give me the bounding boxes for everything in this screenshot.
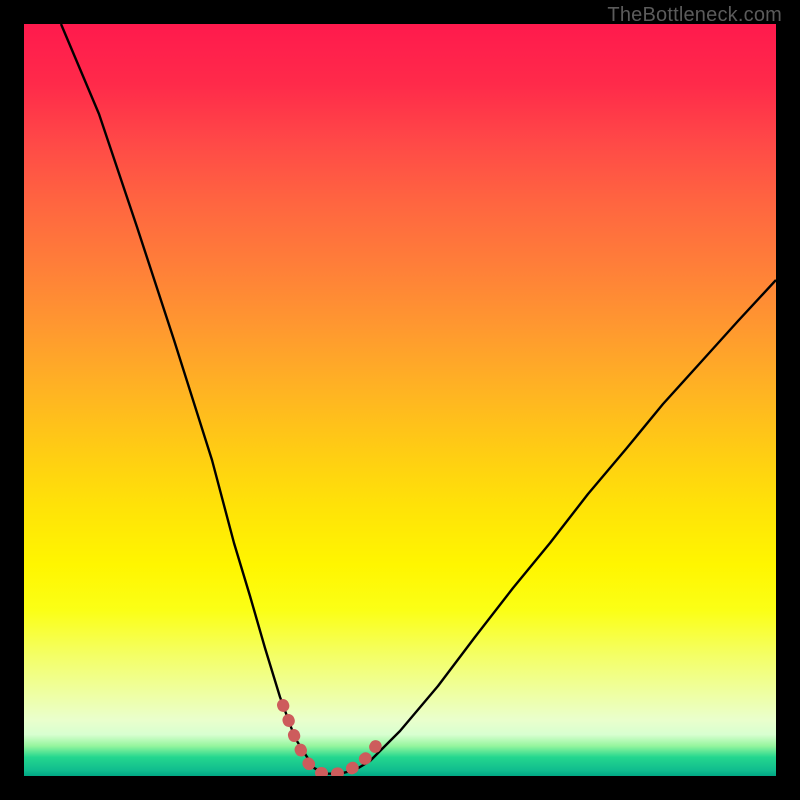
plot-area: [24, 24, 776, 776]
bottleneck-curve: [61, 24, 776, 774]
optimal-highlight: [283, 705, 377, 774]
chart-svg: [24, 24, 776, 776]
outer-frame: TheBottleneck.com: [0, 0, 800, 800]
